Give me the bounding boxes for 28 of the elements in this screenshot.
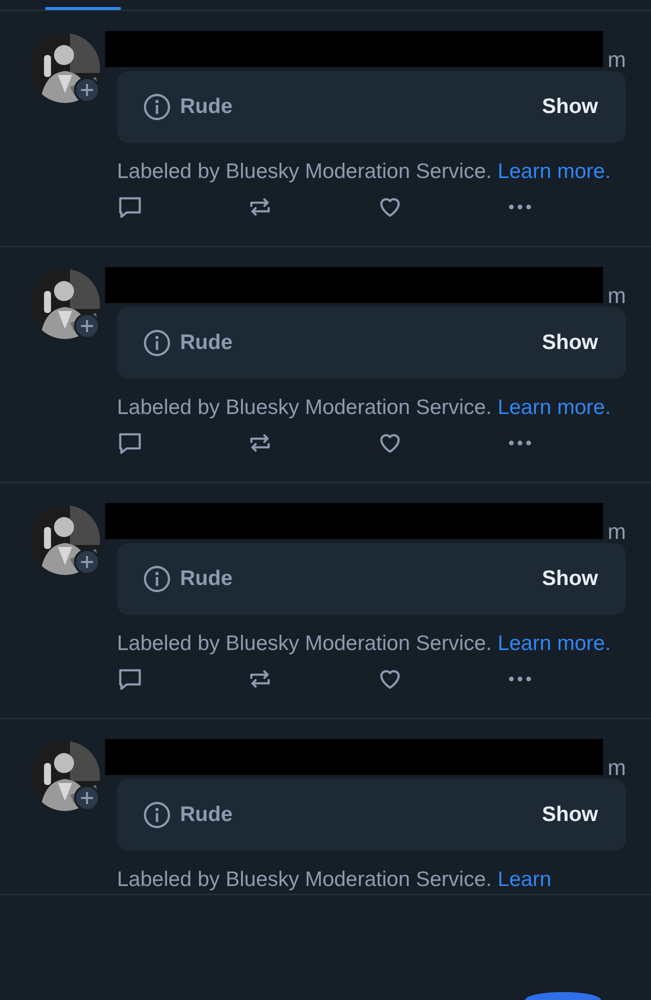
show-button[interactable]: Show	[542, 331, 598, 355]
learn-more-link[interactable]: Learn	[498, 868, 552, 891]
author-handle: m	[608, 755, 626, 781]
moderation-notice: Labeled by Bluesky Moderation Service. Learn more.	[117, 159, 612, 185]
author-handle: m	[608, 519, 626, 545]
show-button[interactable]: Show	[542, 95, 598, 119]
warning-label: Rude	[180, 331, 234, 355]
info-icon	[143, 801, 171, 829]
info-icon	[143, 329, 171, 357]
follow-icon[interactable]	[74, 549, 100, 575]
info-icon	[143, 565, 171, 593]
warning-label: Rude	[180, 803, 234, 827]
info-icon	[143, 93, 171, 121]
follow-icon[interactable]	[74, 313, 100, 339]
learn-more-link[interactable]: Learn more.	[498, 396, 611, 419]
moderation-notice: Labeled by Bluesky Moderation Service. Learn more.	[117, 395, 612, 421]
moderation-notice: Labeled by Bluesky Moderation Service. Learn more.	[117, 631, 612, 657]
learn-more-link[interactable]: Learn more.	[498, 160, 611, 183]
warning-label: Rude	[180, 567, 234, 591]
show-button[interactable]: Show	[542, 567, 598, 591]
warning-label: Rude	[180, 95, 234, 119]
follow-icon[interactable]	[74, 785, 100, 811]
follow-icon[interactable]	[74, 77, 100, 103]
learn-more-link[interactable]: Learn more.	[498, 632, 611, 655]
author-handle: m	[608, 47, 626, 73]
author-handle: m	[608, 283, 626, 309]
moderation-notice: Labeled by Bluesky Moderation Service. Learn	[117, 867, 552, 893]
show-button[interactable]: Show	[542, 803, 598, 827]
